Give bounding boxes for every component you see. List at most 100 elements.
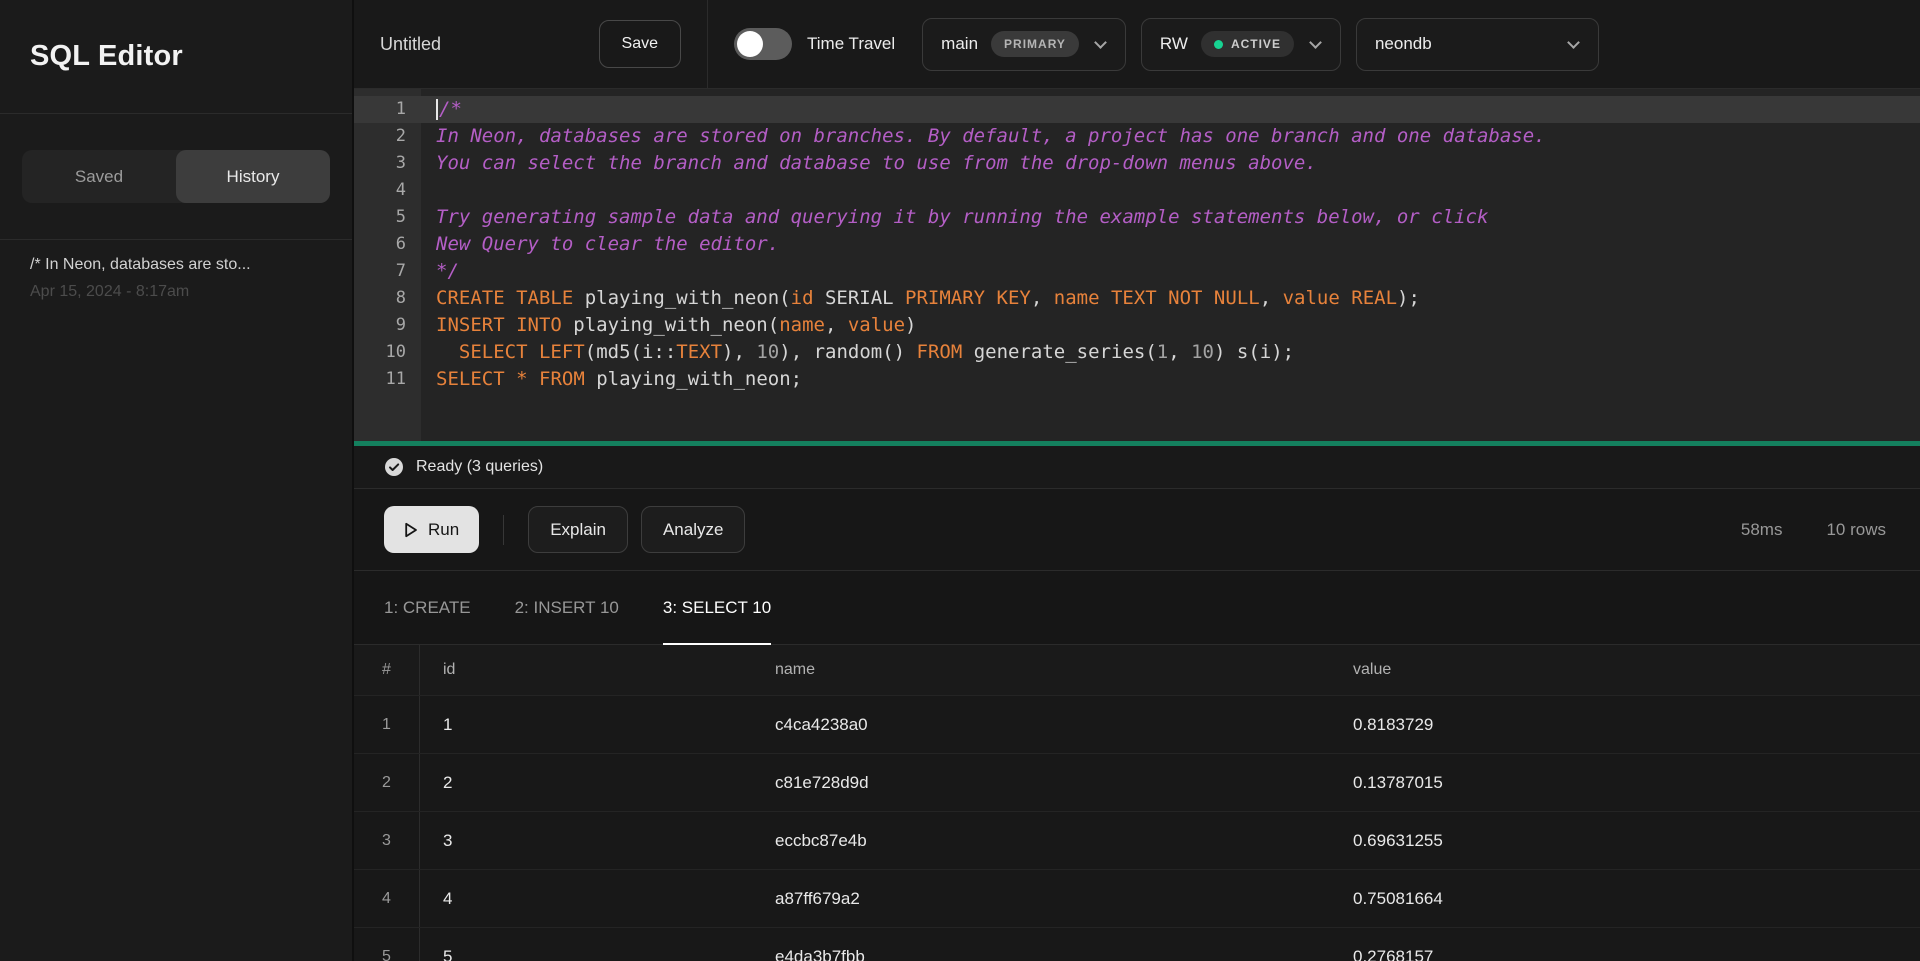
result-tab[interactable]: 1: CREATE (384, 571, 471, 644)
run-button-label: Run (428, 520, 459, 540)
editor-lines: 1/*2In Neon, databases are stored on bra… (354, 96, 1920, 393)
editor-line[interactable]: 2In Neon, databases are stored on branch… (354, 123, 1920, 150)
history-list: /* In Neon, databases are sto...Apr 15, … (0, 240, 352, 317)
code-segment-comment: New Query to clear the editor. (436, 233, 779, 255)
explain-button[interactable]: Explain (528, 506, 628, 553)
play-icon (404, 522, 418, 538)
chevron-down-icon (1567, 36, 1580, 49)
table-row: 22c81e728d9d0.13787015 (354, 753, 1920, 811)
editor-line[interactable]: 10 SELECT LEFT(md5(i::TEXT), 10), random… (354, 339, 1920, 366)
sidebar-tab-history[interactable]: History (176, 150, 330, 203)
history-item[interactable]: /* In Neon, databases are sto...Apr 15, … (0, 240, 352, 317)
editor-line[interactable]: 3 You can select the branch and database … (354, 150, 1920, 177)
compute-status-text: ACTIVE (1231, 37, 1281, 51)
code-segment-plain: SERIAL (814, 287, 906, 309)
table-header-row: #idnamevalue (354, 645, 1920, 695)
line-number: 11 (354, 366, 421, 393)
code-segment-plain: generate_series( (962, 341, 1156, 363)
sidebar-tab-saved[interactable]: Saved (22, 150, 176, 203)
line-number: 3 (354, 150, 421, 177)
code-segment-kw: SELECT (459, 341, 528, 363)
table-cell: 0.69631255 (1330, 812, 1920, 869)
table-cell: eccbc87e4b (752, 812, 1330, 869)
table-cell: 2 (420, 754, 752, 811)
table-row: 44a87ff679a20.75081664 (354, 869, 1920, 927)
main-area: Untitled Save Time Travel main PRIMARY R… (354, 0, 1920, 961)
line-code: New Query to clear the editor. (421, 231, 779, 258)
page-title: SQL Editor (30, 40, 183, 73)
code-segment-plain (528, 341, 539, 363)
code-segment-comment: You can select the branch and database t… (436, 152, 1317, 174)
history-item-timestamp: Apr 15, 2024 - 8:17am (30, 283, 322, 301)
line-number: 8 (354, 285, 421, 312)
table-cell: c81e728d9d (752, 754, 1330, 811)
table-header-cell: value (1330, 645, 1920, 695)
editor-line[interactable]: 7*/ (354, 258, 1920, 285)
query-title: Untitled (380, 34, 441, 55)
sidebar-tab-list: SavedHistory (22, 150, 330, 203)
editor-line[interactable]: 11SELECT * FROM playing_with_neon; (354, 366, 1920, 393)
code-segment-plain (528, 368, 539, 390)
code-segment-plain: ), random() (779, 341, 916, 363)
database-select[interactable]: neondb (1356, 18, 1599, 71)
connection-bar: Time Travel main PRIMARY RW ACTIVE neond… (708, 0, 1920, 88)
branch-name: main (941, 34, 978, 54)
table-row: 11c4ca4238a00.8183729 (354, 695, 1920, 753)
code-segment-plain: ); (1397, 287, 1420, 309)
code-segment-num: 1 (1157, 341, 1168, 363)
editor-line[interactable]: 4 (354, 177, 1920, 204)
line-number: 7 (354, 258, 421, 285)
code-segment-plain: playing_with_neon; (585, 368, 802, 390)
editor-line[interactable]: 9INSERT INTO playing_with_neon(name, val… (354, 312, 1920, 339)
editor-line[interactable]: 6New Query to clear the editor. (354, 231, 1920, 258)
table-cell: 1 (354, 696, 420, 753)
compute-status-badge: ACTIVE (1201, 31, 1294, 57)
result-tab[interactable]: 3: SELECT 10 (663, 571, 771, 644)
code-segment-plain (505, 368, 516, 390)
line-number: 10 (354, 339, 421, 366)
analyze-button[interactable]: Analyze (641, 506, 745, 553)
code-segment-kw: * (516, 368, 527, 390)
code-segment-kw: name (779, 314, 825, 336)
line-number: 5 (354, 204, 421, 231)
table-row: 55e4da3b7fbb0.2768157 (354, 927, 1920, 961)
editor-line[interactable]: 1/* (354, 96, 1920, 123)
code-segment-plain (436, 341, 459, 363)
query-duration: 58ms (1741, 520, 1783, 540)
branch-primary-badge: PRIMARY (991, 31, 1079, 57)
chevron-down-icon (1094, 36, 1107, 49)
table-cell: 3 (354, 812, 420, 869)
table-cell: 0.8183729 (1330, 696, 1920, 753)
branch-select[interactable]: main PRIMARY (922, 18, 1126, 71)
result-tab[interactable]: 2: INSERT 10 (515, 571, 619, 644)
code-segment-kw: LEFT (539, 341, 585, 363)
run-button[interactable]: Run (384, 506, 479, 553)
code-segment-plain (1340, 287, 1351, 309)
active-dot-icon (1214, 40, 1223, 49)
code-segment-plain (1100, 287, 1111, 309)
compute-select[interactable]: RW ACTIVE (1141, 18, 1341, 71)
code-segment-kw: SELECT (436, 368, 505, 390)
save-button[interactable]: Save (599, 20, 681, 68)
table-cell: 3 (420, 812, 752, 869)
editor-line[interactable]: 8CREATE TABLE playing_with_neon(id SERIA… (354, 285, 1920, 312)
table-cell: 2 (354, 754, 420, 811)
editor-line[interactable]: 5Try generating sample data and querying… (354, 204, 1920, 231)
code-segment-kw: INSERT INTO (436, 314, 562, 336)
code-segment-plain: , (1031, 287, 1054, 309)
time-travel-toggle[interactable] (734, 28, 792, 60)
toolbar-divider (503, 515, 504, 545)
line-code: Try generating sample data and querying … (421, 204, 1488, 231)
line-code: /* (421, 96, 462, 123)
line-number: 4 (354, 177, 421, 204)
code-segment-kw: value (1283, 287, 1340, 309)
code-segment-kw: id (791, 287, 814, 309)
time-travel-label: Time Travel (807, 34, 895, 54)
code-segment-kw: FROM (539, 368, 585, 390)
line-code: SELECT * FROM playing_with_neon; (421, 366, 802, 393)
line-code: */ (421, 258, 459, 285)
sql-code-editor[interactable]: 1/*2In Neon, databases are stored on bra… (354, 89, 1920, 446)
editor-run-progress-bar (354, 441, 1920, 446)
line-code (421, 177, 436, 204)
table-cell: a87ff679a2 (752, 870, 1330, 927)
